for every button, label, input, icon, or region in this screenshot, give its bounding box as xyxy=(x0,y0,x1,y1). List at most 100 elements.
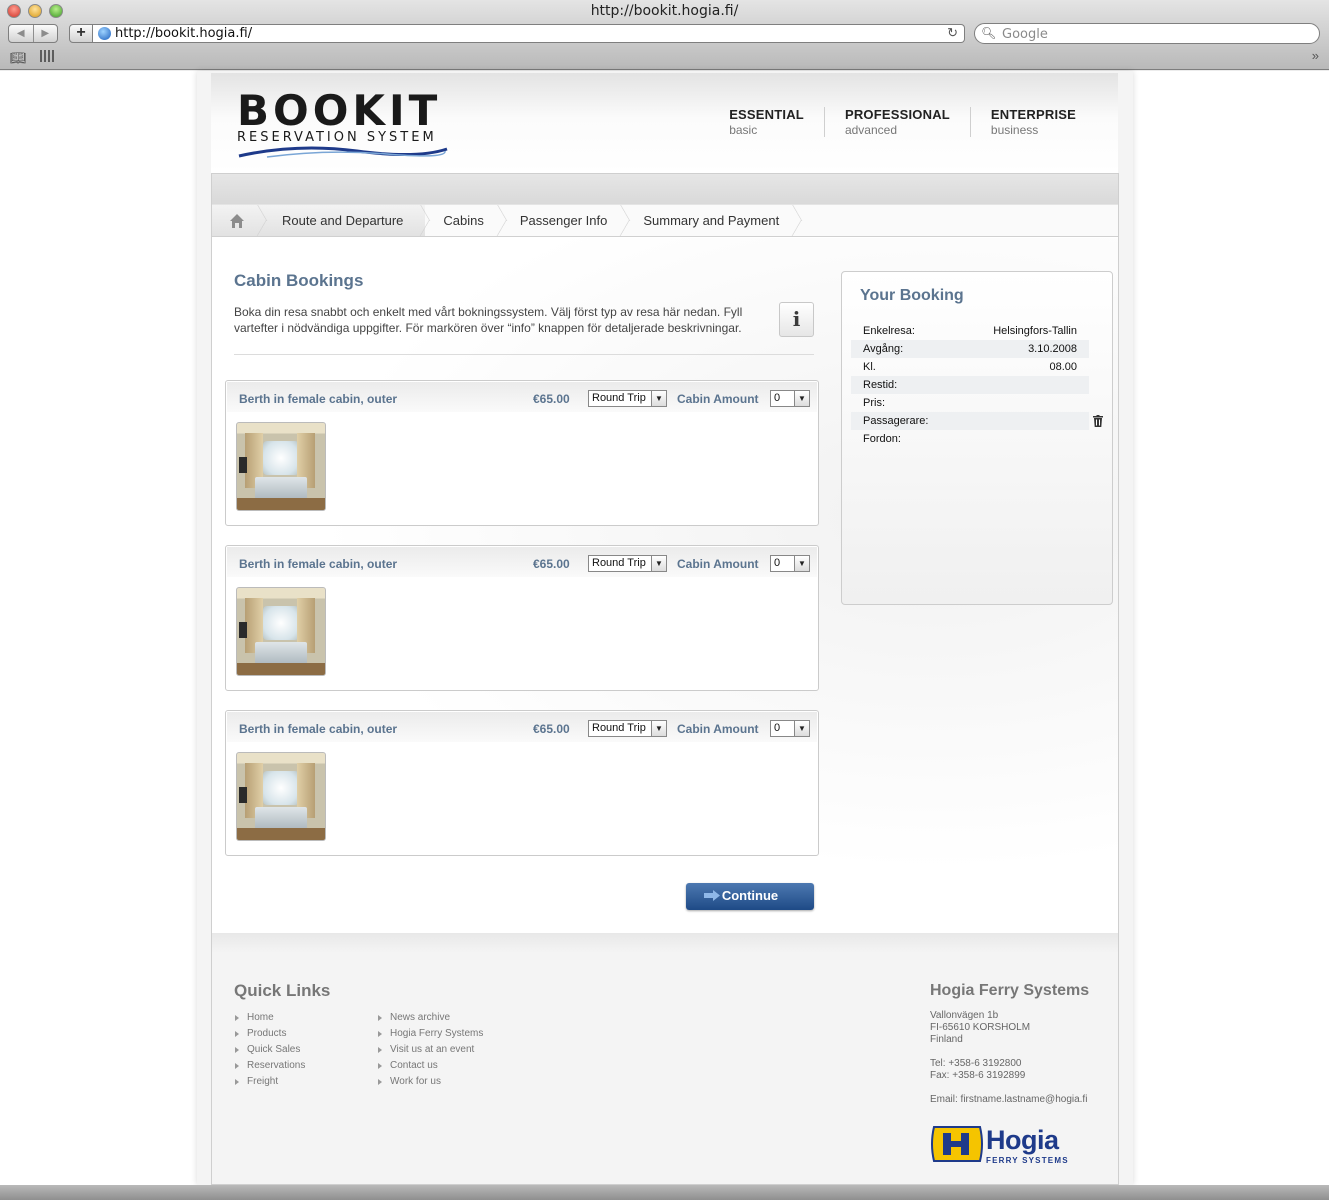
chevron-down-icon[interactable]: ▼ xyxy=(651,721,666,736)
footer-link-visit-event[interactable]: Visit us at an event xyxy=(377,1042,483,1058)
cabin-amount-value: 0 xyxy=(774,392,781,404)
add-bookmark-button[interactable]: + xyxy=(69,24,93,43)
trip-type-value: Round Trip xyxy=(592,392,646,404)
search-input[interactable]: 🔍︎ Google xyxy=(974,23,1320,44)
edition-sub: business xyxy=(990,123,1039,137)
info-button[interactable]: i xyxy=(779,302,814,337)
cabin-photo[interactable] xyxy=(236,752,326,841)
site-footer: Quick Links Home Products Quick Sales Re… xyxy=(212,933,1118,1184)
photo-window xyxy=(263,441,299,475)
booking-row: Pris: xyxy=(851,394,1089,412)
trip-type-select[interactable]: Round Trip ▼ xyxy=(588,390,667,407)
hogia-logo[interactable]: Hogia FERRY SYSTEMS xyxy=(930,1125,1068,1166)
site-header: BOOKIT RESERVATION SYSTEM ESSENTIAL basi… xyxy=(211,73,1118,173)
cabin-price: €65.00 xyxy=(533,392,570,406)
booking-row-label: Pris: xyxy=(863,397,885,409)
chevron-down-icon[interactable]: ▼ xyxy=(794,721,809,736)
cabin-amount-label: Cabin Amount xyxy=(677,392,759,406)
browser-bottom-bar xyxy=(0,1185,1329,1200)
edition-menu: ESSENTIAL basic PROFESSIONAL advanced EN… xyxy=(709,107,1096,137)
booking-row-label: Passagerare: xyxy=(863,415,929,427)
photo-floor xyxy=(237,498,325,510)
back-arrow-icon[interactable]: ◀ xyxy=(9,25,34,42)
footer-link-home[interactable]: Home xyxy=(234,1010,305,1026)
booking-row-label: Avgång: xyxy=(863,343,904,355)
trip-type-select[interactable]: Round Trip ▼ xyxy=(588,720,667,737)
hogia-h-icon xyxy=(931,1126,983,1162)
footer-link-products[interactable]: Products xyxy=(234,1026,305,1042)
step-route-and-departure[interactable]: Route and Departure xyxy=(262,205,432,236)
booking-row-value: 3.10.2008 xyxy=(1028,343,1077,355)
quick-links-column-1: Home Products Quick Sales Reservations F… xyxy=(234,1010,305,1090)
step-passenger-info[interactable]: Passenger Info xyxy=(502,205,632,236)
cabin-photo[interactable] xyxy=(236,422,326,511)
bookmarks-book-icon[interactable]: 📖︎ xyxy=(10,50,27,66)
search-icon: 🔍︎ xyxy=(981,26,997,40)
photo-floor xyxy=(237,828,325,840)
top-sites-grid-icon[interactable] xyxy=(40,50,54,62)
cabin-photo[interactable] xyxy=(236,587,326,676)
photo-bed xyxy=(255,807,307,829)
trash-icon[interactable] xyxy=(1093,415,1103,427)
trip-type-value: Round Trip xyxy=(592,557,646,569)
top-band xyxy=(212,174,1118,204)
browser-toolbar: http://bookit.hogia.fi/ ◀ ▶ + http://boo… xyxy=(0,0,1329,70)
footer-link-quick-sales[interactable]: Quick Sales xyxy=(234,1042,305,1058)
step-cabins[interactable]: Cabins xyxy=(425,205,509,236)
search-placeholder: Google xyxy=(1002,27,1048,42)
cabin-amount-value: 0 xyxy=(774,722,781,734)
more-bookmarks-icon[interactable]: » xyxy=(1312,48,1319,63)
cabin-amount-select[interactable]: 0 ▼ xyxy=(770,390,810,407)
step-home[interactable] xyxy=(212,205,268,236)
url-text[interactable]: http://bookit.hogia.fi/ xyxy=(115,26,252,41)
chevron-down-icon[interactable]: ▼ xyxy=(794,556,809,571)
trip-type-select[interactable]: Round Trip ▼ xyxy=(588,555,667,572)
edition-essential[interactable]: ESSENTIAL basic xyxy=(709,107,824,137)
edition-professional[interactable]: PROFESSIONAL advanced xyxy=(823,107,970,137)
company-address: Vallonvägen 1b FI-65610 KORSHOLM Finland… xyxy=(930,1010,1087,1106)
fax-line: Fax: +358-6 3192899 xyxy=(930,1070,1026,1081)
footer-link-work-for-us[interactable]: Work for us xyxy=(377,1074,483,1090)
address-bar[interactable]: http://bookit.hogia.fi/ ↻ xyxy=(93,24,965,43)
footer-link-hogia-ferry-systems[interactable]: Hogia Ferry Systems xyxy=(377,1026,483,1042)
cabin-amount-select[interactable]: 0 ▼ xyxy=(770,555,810,572)
edition-name: ENTERPRISE xyxy=(990,107,1076,122)
continue-button[interactable]: Continue xyxy=(686,883,814,910)
booking-row-value: 08.00 xyxy=(1049,361,1077,373)
cabin-header: Berth in female cabin, outer €65.00 Roun… xyxy=(227,712,817,742)
chevron-down-icon[interactable]: ▼ xyxy=(794,391,809,406)
step-summary-and-payment[interactable]: Summary and Payment xyxy=(625,205,804,236)
booking-row-value: Helsingfors-Tallin xyxy=(993,325,1077,337)
main-frame: Route and Departure Cabins Passenger Inf… xyxy=(211,173,1119,1185)
footer-link-freight[interactable]: Freight xyxy=(234,1074,305,1090)
booking-row-label: Restid: xyxy=(863,379,898,391)
window-title: http://bookit.hogia.fi/ xyxy=(590,3,739,19)
address-line: Finland xyxy=(930,1034,963,1045)
cabin-amount-label: Cabin Amount xyxy=(677,557,759,571)
photo-tv xyxy=(239,622,247,638)
email-line[interactable]: Email: firstname.lastname@hogia.fi xyxy=(930,1094,1087,1106)
quick-links-title: Quick Links xyxy=(234,981,331,1000)
booking-steps: Route and Departure Cabins Passenger Inf… xyxy=(212,204,1118,237)
cabin-card: Berth in female cabin, outer €65.00 Roun… xyxy=(225,545,819,691)
booking-row: Fordon: xyxy=(851,430,1089,448)
reload-icon[interactable]: ↻ xyxy=(947,25,958,41)
chevron-down-icon[interactable]: ▼ xyxy=(651,556,666,571)
edition-enterprise[interactable]: ENTERPRISE business xyxy=(969,107,1096,137)
edition-sub: advanced xyxy=(844,123,897,137)
footer-link-reservations[interactable]: Reservations xyxy=(234,1058,305,1074)
forward-arrow-icon[interactable]: ▶ xyxy=(34,25,58,42)
cabin-card: Berth in female cabin, outer €65.00 Roun… xyxy=(225,710,819,856)
booking-row-label: Kl. xyxy=(863,361,876,373)
chevron-down-icon[interactable]: ▼ xyxy=(651,391,666,406)
cabin-name: Berth in female cabin, outer xyxy=(239,557,398,571)
footer-link-contact-us[interactable]: Contact us xyxy=(377,1058,483,1074)
bookit-logo[interactable]: BOOKIT RESERVATION SYSTEM xyxy=(237,90,448,158)
site-container: BOOKIT RESERVATION SYSTEM ESSENTIAL basi… xyxy=(197,71,1133,1185)
footer-link-news-archive[interactable]: News archive xyxy=(377,1010,483,1026)
photo-tv xyxy=(239,457,247,473)
cabin-header: Berth in female cabin, outer €65.00 Roun… xyxy=(227,382,817,412)
cabin-amount-select[interactable]: 0 ▼ xyxy=(770,720,810,737)
logo-sub-text: RESERVATION SYSTEM xyxy=(237,130,437,145)
